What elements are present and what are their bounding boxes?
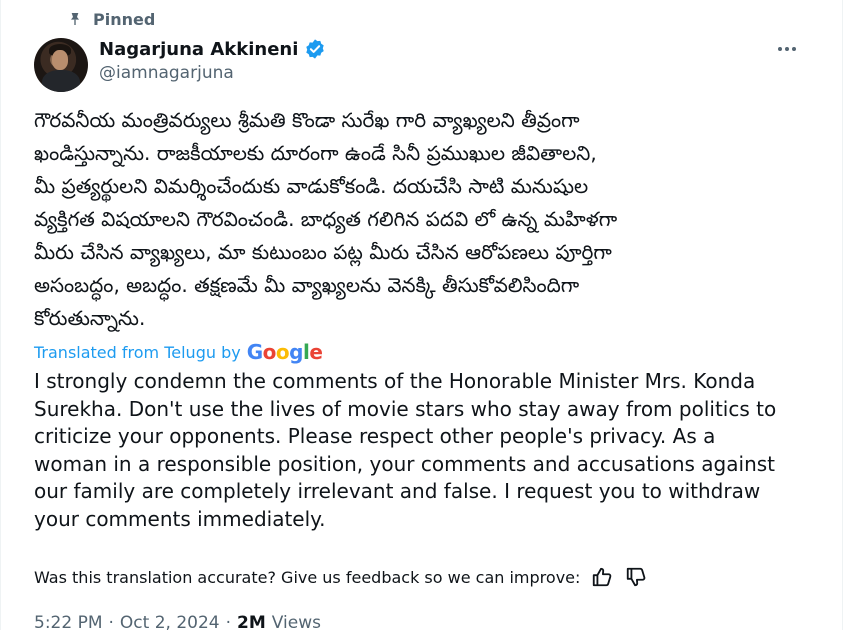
meta-separator: · <box>108 613 114 633</box>
google-logo: Google <box>246 340 323 364</box>
avatar[interactable] <box>34 38 88 92</box>
author-name-row[interactable]: Nagarjuna Akkineni <box>99 36 326 62</box>
tweet-date[interactable]: Oct 2, 2024 <box>120 613 220 633</box>
meta-separator: · <box>225 613 231 633</box>
pinned-indicator: Pinned <box>67 8 155 30</box>
pin-icon <box>71 13 79 25</box>
thumbs-up-icon <box>593 567 612 587</box>
views-label: Views <box>271 613 321 633</box>
translation-attribution: Translated from Telugu by Google <box>34 339 323 365</box>
views-count: 2M <box>237 613 266 633</box>
author-handle[interactable]: @iamnagarjuna <box>99 63 234 83</box>
thumbs-down-button[interactable] <box>624 565 648 589</box>
more-options-button[interactable] <box>771 36 803 62</box>
tweet-meta: 5:22 PM · Oct 2, 2024 · 2M Views <box>34 610 321 636</box>
pinned-label: Pinned <box>93 9 156 29</box>
author-name[interactable]: Nagarjuna Akkineni <box>99 39 298 60</box>
feedback-prompt: Was this translation accurate? Give us f… <box>34 567 581 587</box>
verified-badge-icon <box>306 39 325 59</box>
tweet-translated-text: I strongly condemn the comments of the H… <box>34 369 777 531</box>
tweet-time[interactable]: 5:22 PM <box>34 613 103 633</box>
thumbs-down-icon <box>627 567 646 587</box>
tweet-original-text: గౌరవనీయ మంత్రివర్యులు శ్రీమతి కొండా సురే… <box>34 108 618 330</box>
translation-feedback: Was this translation accurate? Give us f… <box>34 564 648 590</box>
more-options-icon <box>778 47 782 51</box>
translated-label: Translated from Telugu by <box>34 342 241 362</box>
thumbs-up-button[interactable] <box>590 565 614 589</box>
tweet-card: Pinned Nagarjuna Akkineni @iamnagarjuna … <box>0 0 843 633</box>
